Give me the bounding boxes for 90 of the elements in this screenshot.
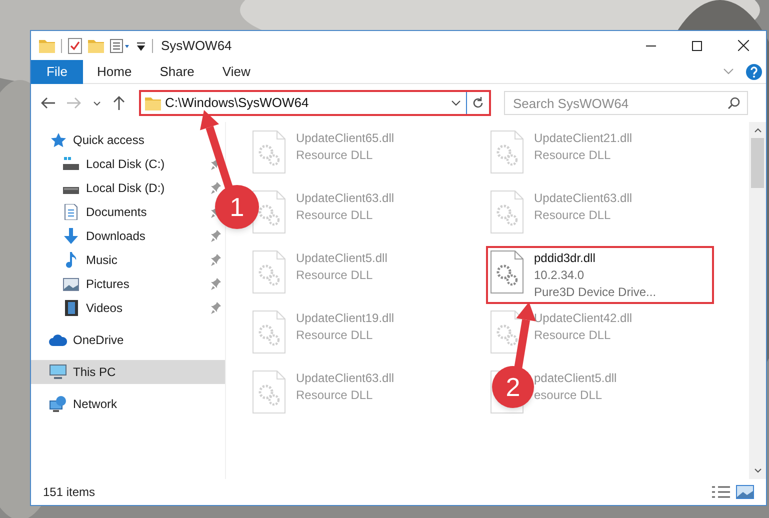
file-name: UpdateClient63.dll [296,190,394,207]
cloud-icon [49,334,67,346]
address-path: C:\Windows\SysWOW64 [165,94,309,112]
scroll-up-icon [754,128,762,133]
chevron-down-icon [723,68,734,75]
sidebar-item[interactable]: Documents [62,203,147,221]
file-detail: Resource DLL [534,207,612,224]
large-icons-view-icon [736,485,754,499]
star-icon [50,132,66,148]
dll-file-icon [490,310,524,354]
search-field[interactable]: Search SysWOW64 [504,91,748,115]
dll-file-icon [252,250,286,294]
file-detail: 10.2.34.0 [534,267,586,284]
ribbon-tab[interactable]: Share [146,60,208,84]
window-title: SysWOW64 [161,36,232,55]
forward-arrow-icon [67,97,81,109]
file-name: UpdateClient21.dll [534,130,632,147]
back-arrow-icon [41,97,55,109]
address-field[interactable]: C:\Windows\SysWOW64 [139,90,491,116]
chevron-down-icon [93,100,101,106]
dll-file-icon [490,130,524,174]
download-icon [63,228,79,244]
new-folder-icon [88,38,104,52]
file-detail: Resource DLL [296,147,374,164]
file-name: UpdateClient65.dll [296,130,394,147]
maximize-icon [692,40,702,50]
sidebar-item[interactable]: Quick access [49,131,144,149]
music-note-icon [65,252,77,268]
file-name: UpdateClient5.dll [296,250,388,267]
picture-icon [63,278,79,290]
file-name: UpdateClient19.dll [296,310,394,327]
network-icon [49,396,67,412]
file-detail: Resource DLL [534,147,612,164]
file-name: UpdateClient63.dll [534,190,632,207]
sidebar-item[interactable]: Videos [62,299,122,317]
pin-icon [211,278,221,290]
dll-file-icon [252,190,286,234]
ribbon-tab[interactable]: View [208,60,264,84]
scroll-down-icon [754,468,762,473]
minimize-icon [646,44,656,46]
dll-file-icon [252,130,286,174]
scroll-thumb[interactable] [751,138,764,188]
file-detail: Resource DLL [296,387,374,404]
refresh-icon [472,97,484,109]
up-arrow-icon [113,96,125,110]
pin-icon [211,302,221,314]
pin-icon [211,182,221,194]
file-name: pddid3dr.dll [534,250,596,267]
checkmark-document-icon [68,38,82,54]
sidebar-item[interactable]: Pictures [62,275,130,293]
dll-file-icon [252,310,286,354]
film-icon [64,300,78,316]
dropdown-icon [136,40,146,50]
file-detail: esource DLL [534,387,604,404]
highlighted-file[interactable]: pddid3dr.dll 10.2.34.0 Pure3D Device Drive... [486,246,714,304]
properties-icon [110,38,130,52]
document-icon [64,204,78,220]
file-name: pdateClient5.dll [534,370,617,387]
folder-icon [145,96,161,110]
item-count: 151 items [43,484,96,501]
pin-icon [211,254,221,266]
chevron-down-icon [451,100,461,106]
details-view-icon [712,485,730,499]
monitor-icon [49,364,67,380]
search-icon [728,97,740,109]
dll-file-icon [490,190,524,234]
scrollbar[interactable] [749,122,766,479]
close-icon [738,40,748,51]
sidebar-item[interactable]: Local Disk (D:) [62,179,165,197]
file-detail: Resource DLL [534,327,612,344]
drive-icon [63,157,79,171]
file-detail: Resource DLL [296,327,374,344]
pin-icon [211,230,221,242]
sidebar-item[interactable]: This PC [31,360,225,384]
file-detail: Resource DLL [296,267,374,284]
file-name: UpdateClient42.dll [534,310,632,327]
sidebar-item[interactable]: OneDrive [49,331,124,349]
file-detail: Pure3D Device Drive... [534,284,656,301]
folder-icon [39,38,55,52]
sidebar-item[interactable]: Downloads [62,227,146,245]
file-detail: Resource DLL [296,207,374,224]
file-name: UpdateClient63.dll [296,370,394,387]
file-menu-tab[interactable]: File [31,60,83,84]
sidebar-item[interactable]: Local Disk (C:) [62,155,165,173]
dll-file-icon [252,370,286,414]
ribbon-tab[interactable]: Home [83,60,146,84]
dll-file-icon [490,250,524,294]
help-icon [746,64,762,80]
sidebar-item[interactable]: Music [62,251,118,269]
sidebar-item[interactable]: Network [49,395,118,413]
